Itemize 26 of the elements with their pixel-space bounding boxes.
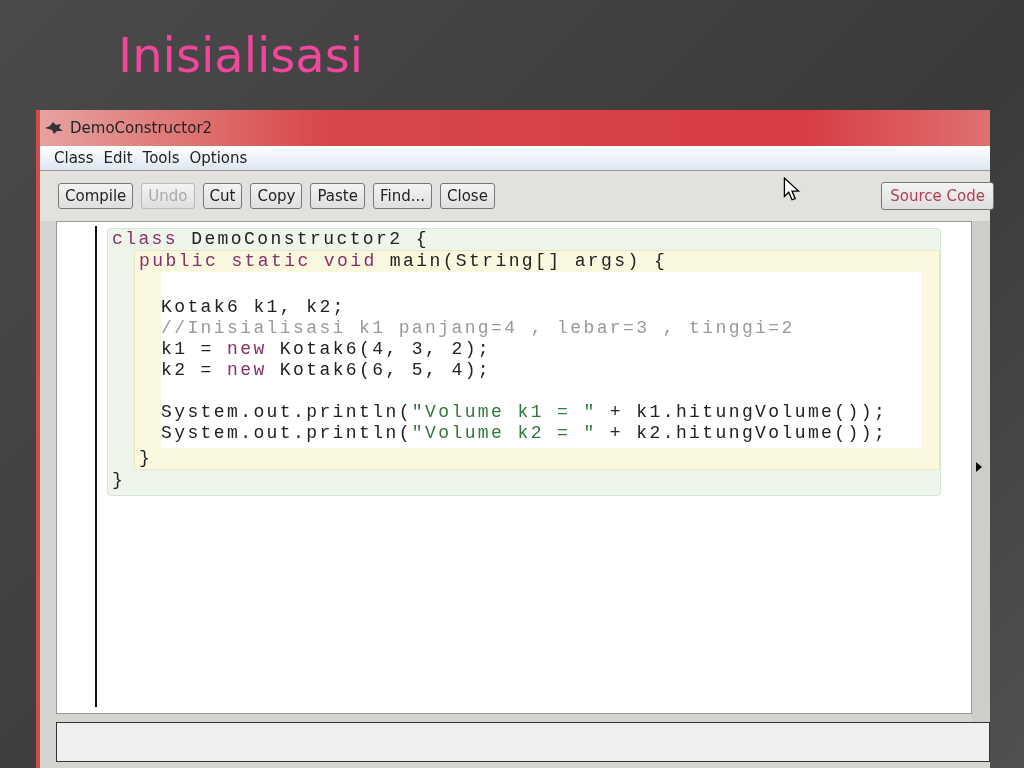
code-line: System.out.println("Volume k2 = " + k2.hitungVolume()); xyxy=(161,423,889,444)
menu-item[interactable]: Edit xyxy=(103,149,133,167)
code-line: } xyxy=(112,470,127,491)
mouse-pointer-icon xyxy=(783,177,801,203)
window-title: DemoConstructor2 xyxy=(70,119,213,137)
toolbar-button[interactable]: Find... xyxy=(373,183,433,209)
view-selector[interactable]: Source Code xyxy=(881,182,994,210)
code-line: Kotak6 k1, k2; xyxy=(161,297,347,318)
toolbar-button[interactable]: Close xyxy=(440,183,495,209)
toolbar-button[interactable]: Cut xyxy=(202,183,243,209)
code-line: } xyxy=(139,448,154,469)
slide-title: Inisialisasi xyxy=(118,27,364,83)
toolbar-button[interactable]: Copy xyxy=(250,183,303,209)
menu-item[interactable]: Tools xyxy=(142,149,180,167)
code-line: k2 = new Kotak6(6, 5, 4); xyxy=(161,360,493,381)
triangle-icon xyxy=(976,462,982,472)
toolbar-button[interactable]: Paste xyxy=(310,183,365,209)
menu-item[interactable]: Options xyxy=(189,149,248,167)
code-line: k1 = new Kotak6(4, 3, 2); xyxy=(161,339,493,360)
code-line: //Inisialisasi k1 panjang=4 , lebar=3 , tinggi=2 xyxy=(161,318,796,339)
code-editor[interactable] xyxy=(56,221,972,714)
code-line: public static void main(String[] args) { xyxy=(139,251,669,272)
code-line: class DemoConstructor2 { xyxy=(112,229,430,250)
toolbar-button[interactable]: Compile xyxy=(58,183,134,209)
menu-item[interactable]: Class xyxy=(54,149,94,167)
code-line: System.out.println("Volume k1 = " + k1.hitungVolume()); xyxy=(161,402,889,423)
